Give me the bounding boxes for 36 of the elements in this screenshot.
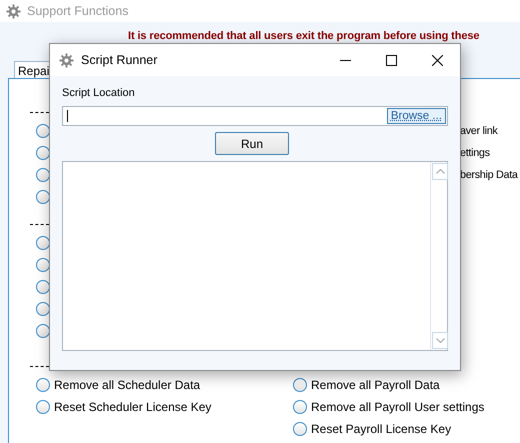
option-label: ettings [460,147,490,159]
radio-button[interactable] [36,302,50,316]
radio-button[interactable] [36,258,50,272]
radio-button[interactable] [36,400,50,414]
option-label: Remove all Scheduler Data [54,378,200,392]
radio-button[interactable] [36,190,50,204]
tab[interactable]: Repai [14,61,49,78]
radio-button[interactable] [36,236,50,250]
caret-down-icon[interactable] [436,338,444,343]
option-label: Reset Scheduler License Key [54,400,212,414]
radio-button[interactable] [36,378,50,392]
gear-icon [59,52,74,68]
option-label: Reset Payroll License Key [311,422,452,436]
browse-button[interactable]: Browse ... [386,108,446,124]
radio-button[interactable] [36,280,50,294]
option-label: Remove all Payroll User settings [311,400,484,414]
maximize-icon [386,54,396,66]
dialog-title: Script Runner [81,53,158,67]
radio-button[interactable] [293,378,307,392]
gear-icon [6,4,21,18]
radio-button[interactable] [36,124,50,138]
script-location-field[interactable]: Browse ... [62,106,448,126]
window-title: Support Functions [27,4,128,18]
radio-button[interactable] [293,400,307,414]
radio-button[interactable] [36,324,50,338]
warning-message: It is recommended that all users exit the program before using these [127,29,480,43]
caret-up-icon[interactable] [436,169,444,174]
radio-button[interactable] [36,168,50,182]
option-label: aver link [460,125,498,137]
option-label: bership Data [460,169,518,181]
radio-button[interactable] [293,422,307,436]
option-label: Remove all Payroll Data [311,378,440,392]
close-icon [432,54,442,66]
field-label: Script Location [62,87,136,101]
radio-button[interactable] [36,146,50,160]
run-button[interactable]: Run [215,132,289,155]
